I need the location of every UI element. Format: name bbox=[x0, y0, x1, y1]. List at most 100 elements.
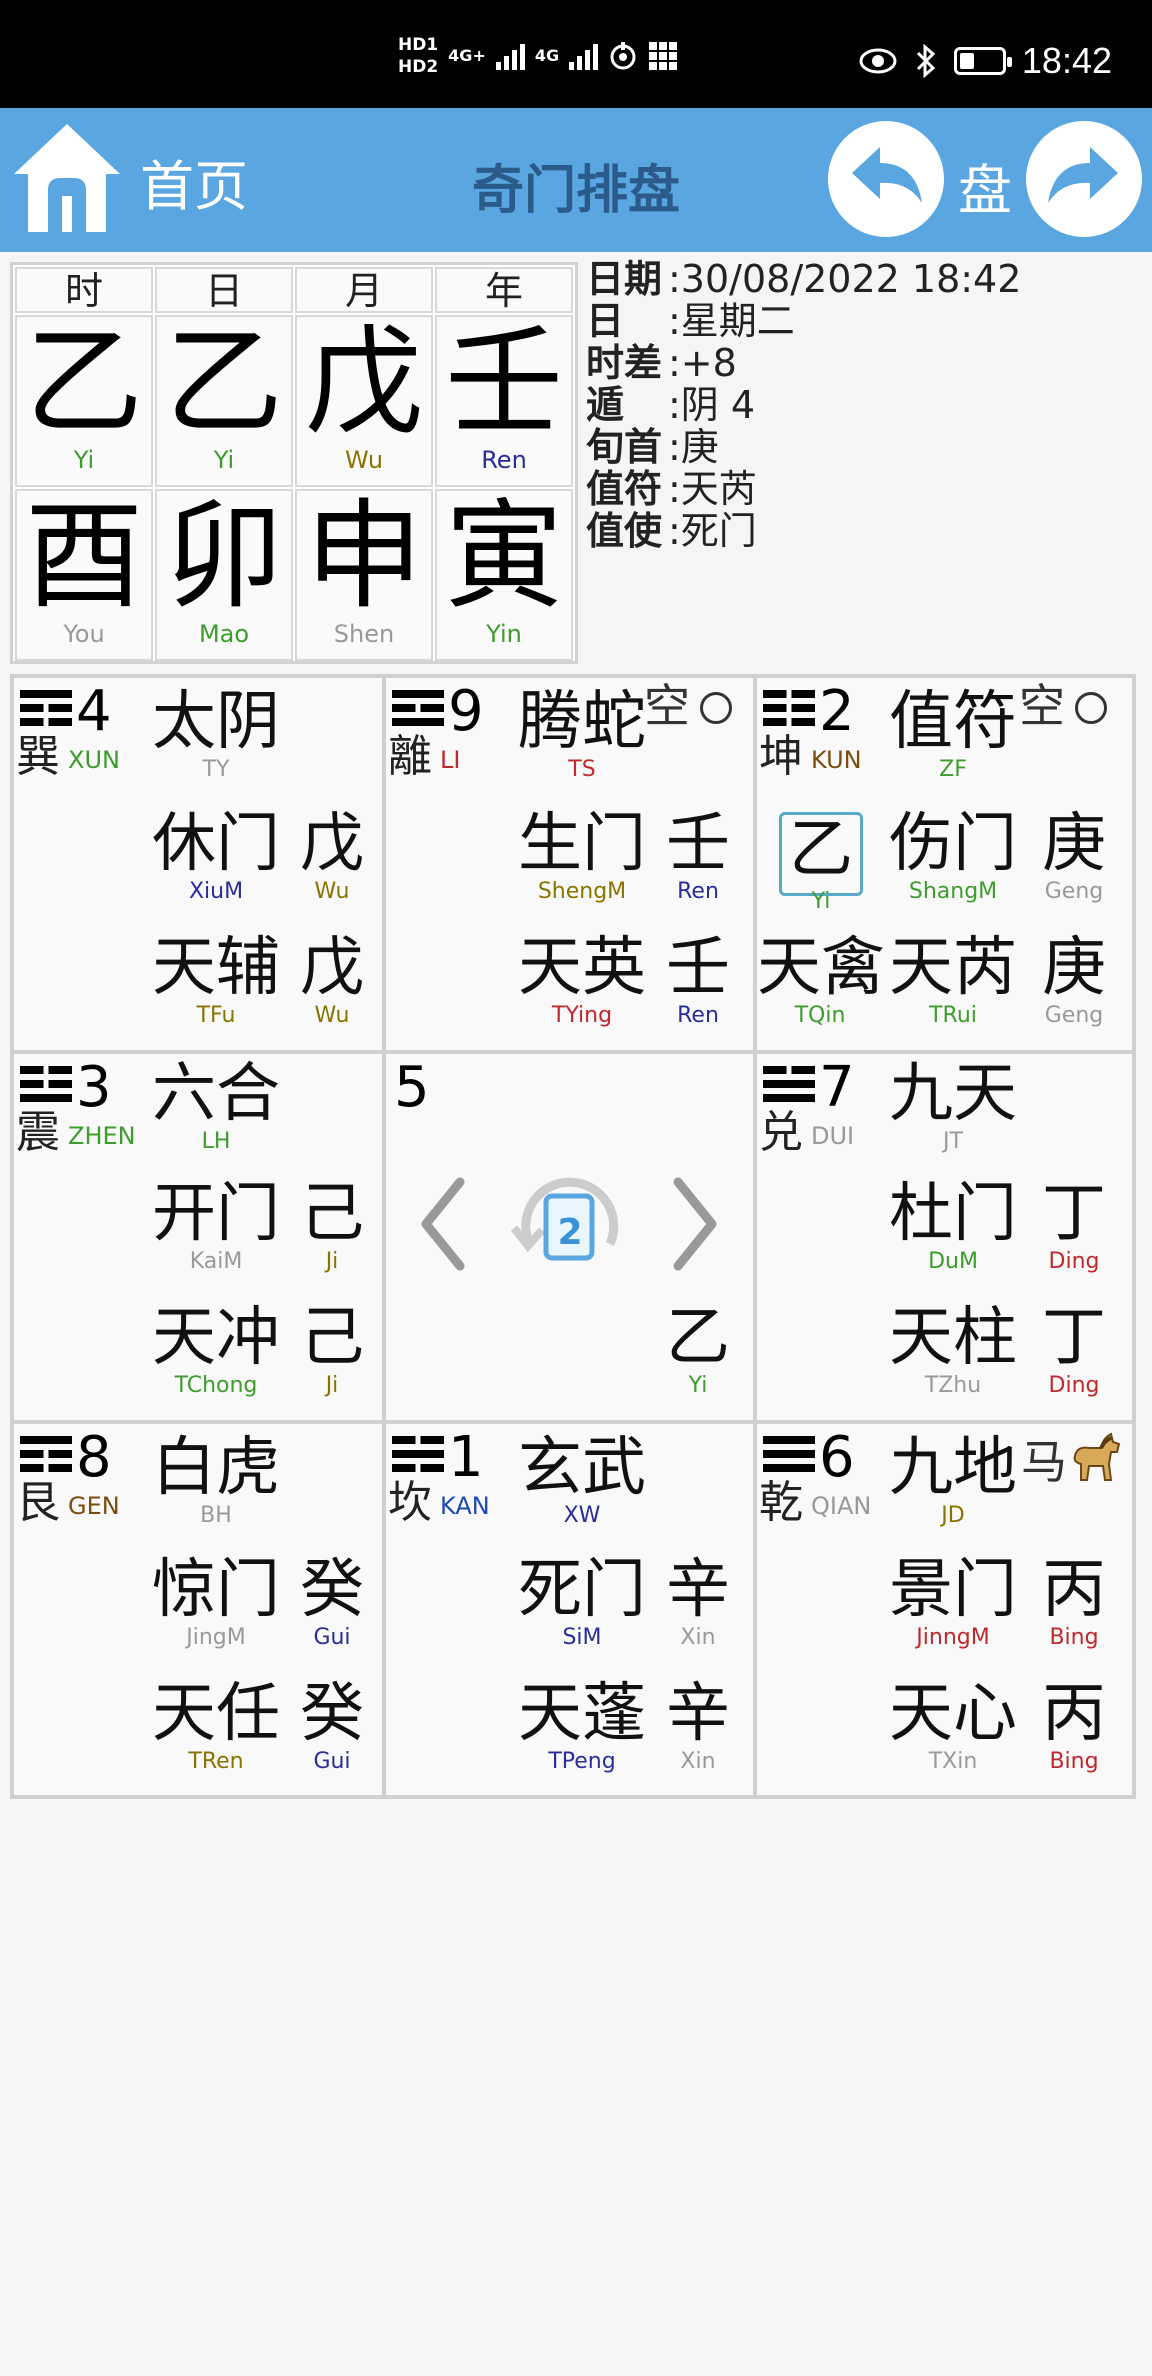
star-pinyin: TQin bbox=[794, 1003, 846, 1028]
info-key: 值符 bbox=[586, 467, 663, 511]
palace-xun[interactable]: 4 巽 XUN 太阴 TY 休门 XiuM 戊 Wu 天辅 TFu 戊 Wu bbox=[14, 678, 382, 1050]
pan-label: 盘 bbox=[958, 159, 1012, 222]
pan-number-badge: 2 bbox=[557, 1212, 583, 1253]
door-char: 死门 bbox=[518, 1553, 646, 1627]
network-type-2: 4G bbox=[534, 46, 560, 65]
branch-char: 卯 bbox=[164, 487, 283, 625]
stem-pinyin: Ding bbox=[1048, 1373, 1100, 1398]
deity-pinyin: BH bbox=[200, 1503, 232, 1528]
palace-number: 9 bbox=[448, 679, 484, 744]
pan-switch-icon[interactable]: 2 bbox=[510, 1166, 630, 1286]
previous-button[interactable] bbox=[828, 121, 944, 237]
info-value: :天芮 bbox=[668, 467, 757, 511]
next-button[interactable] bbox=[1026, 121, 1142, 237]
center-stem: 乙 Yi bbox=[658, 1302, 738, 1398]
star-pinyin: TRen bbox=[188, 1749, 244, 1774]
info-row-zhishi: 值使:死门 bbox=[586, 510, 1021, 552]
info-key: 时差 bbox=[586, 341, 663, 385]
palace-number: 7 bbox=[819, 1055, 855, 1120]
door-stem: 庚 Geng bbox=[1029, 808, 1119, 904]
palace-pinyin: KUN bbox=[811, 746, 862, 774]
door-pinyin: KaiM bbox=[189, 1249, 243, 1274]
door: 休门 XiuM bbox=[136, 808, 296, 904]
palace-number: 4 bbox=[76, 679, 112, 744]
stem-char: 己 bbox=[300, 1301, 364, 1375]
palace-dui[interactable]: 7 兑 DUI 九天 JT 杜门 DuM 丁 Ding 天柱 TZhu 丁 Ding bbox=[757, 1054, 1132, 1420]
deity-char: 太阴 bbox=[152, 685, 280, 759]
star-stem: 己 Ji bbox=[292, 1302, 372, 1398]
app-header: 首页 奇门排盘 盘 bbox=[0, 108, 1152, 252]
month-stem: 戊 Wu bbox=[295, 315, 433, 487]
palace-center: 5 2 乙 Yi bbox=[386, 1054, 753, 1420]
palace-char: 艮 bbox=[16, 1477, 60, 1528]
kong-marker: 空 bbox=[644, 679, 690, 733]
system-indicators: 18:42 bbox=[858, 40, 1112, 82]
year-stem: 壬 Ren bbox=[435, 315, 573, 487]
trigram-kan-icon bbox=[392, 1436, 444, 1478]
star-char: 天芮 bbox=[889, 931, 1017, 1005]
horse-marker: 马 bbox=[1021, 1435, 1067, 1489]
palace-pinyin: LI bbox=[440, 746, 461, 774]
jigong-star: 天禽 TQin bbox=[757, 932, 885, 1028]
star: 天英 TYing bbox=[502, 932, 662, 1028]
star-char: 天蓬 bbox=[518, 1677, 646, 1751]
info-value: :30/08/2022 18:42 bbox=[668, 257, 1022, 301]
palace-zhen[interactable]: 3 震 ZHEN 六合 LH 开门 KaiM 己 Ji 天冲 TChong 己 Ji bbox=[14, 1054, 382, 1420]
palace-kan[interactable]: 1 坎 KAN 玄武 XW 死门 SiM 辛 Xin 天蓬 TPeng 辛 Xin bbox=[386, 1424, 753, 1795]
star-pinyin: TXin bbox=[928, 1749, 978, 1774]
palace-char: 兑 bbox=[759, 1107, 803, 1158]
info-value: :星期二 bbox=[668, 299, 795, 343]
pillar-header-label: 时 bbox=[64, 269, 103, 313]
palace-char: 乾 bbox=[759, 1477, 803, 1528]
signal-icon-2 bbox=[569, 42, 599, 70]
back-arrow-icon bbox=[852, 147, 922, 203]
stem-char: 戊 bbox=[304, 313, 423, 451]
palace-gen[interactable]: 8 艮 GEN 白虎 BH 惊门 JingM 癸 Gui 天任 TRen 癸 Gui bbox=[14, 1424, 382, 1795]
network-indicators: HD1 HD2 4G+ 4G bbox=[398, 34, 678, 78]
star-pinyin: TZhu bbox=[924, 1373, 982, 1398]
door-char: 开门 bbox=[152, 1177, 280, 1251]
door-stem: 辛 Xin bbox=[658, 1554, 738, 1650]
palace-number: 2 bbox=[819, 679, 855, 744]
signal-icon bbox=[495, 42, 525, 70]
deity-pinyin: LH bbox=[201, 1129, 231, 1154]
palace-li[interactable]: 9 離 LI 腾蛇 TS 空 生门 ShengM 壬 Ren 天英 TYing 壬 Ren bbox=[386, 678, 753, 1050]
stem-pinyin: Ren bbox=[677, 1003, 719, 1028]
branch-char: 申 bbox=[304, 487, 423, 625]
star-stem: 丁 Ding bbox=[1029, 1302, 1119, 1398]
info-row-date: 日期:30/08/2022 18:42 bbox=[586, 258, 1021, 300]
deity-char: 值符 bbox=[889, 685, 1017, 759]
kong-marker: 空 bbox=[1019, 679, 1065, 733]
pillar-header-label: 月 bbox=[344, 269, 383, 313]
deity-char: 六合 bbox=[152, 1057, 280, 1131]
door-char: 伤门 bbox=[889, 807, 1017, 881]
info-value: :死门 bbox=[668, 509, 757, 553]
stem-pinyin: Yi bbox=[688, 1373, 708, 1398]
palace-number: 8 bbox=[76, 1425, 112, 1490]
stem-char: 庚 bbox=[1042, 931, 1106, 1005]
door-pinyin: XiuM bbox=[188, 879, 244, 904]
chevron-left-icon[interactable] bbox=[414, 1174, 470, 1274]
door-stem: 己 Ji bbox=[292, 1178, 372, 1274]
chevron-right-icon[interactable] bbox=[668, 1174, 724, 1274]
deity-char: 九天 bbox=[889, 1057, 1017, 1131]
star-char: 天冲 bbox=[152, 1301, 280, 1375]
deity: 九地 JD bbox=[873, 1432, 1033, 1528]
star: 天蓬 TPeng bbox=[502, 1678, 662, 1774]
star: 天任 TRen bbox=[136, 1678, 296, 1774]
deity-char: 玄武 bbox=[518, 1431, 646, 1505]
door-stem: 戊 Wu bbox=[292, 808, 372, 904]
palace-qian[interactable]: 6 乾 QIAN 九地 JD 马 景门 JinngM 丙 Bing 天心 TXin 丙B… bbox=[757, 1424, 1132, 1795]
star-stem: 癸 Gui bbox=[292, 1678, 372, 1774]
chart-info: 日期:30/08/2022 18:42 日 :星期二 时差:+8 遁 :阴 4 … bbox=[586, 258, 1021, 552]
palace-pinyin: DUI bbox=[811, 1122, 855, 1150]
star-stem: 辛 Xin bbox=[658, 1678, 738, 1774]
stem-char: 戊 bbox=[300, 807, 364, 881]
jigong-stem: 乙 Yi bbox=[781, 814, 861, 914]
palace-kun[interactable]: 2 坤 KUN 值符 ZF 空 乙 Yi 伤门 ShangM 庚 Geng 天禽 TQin… bbox=[757, 678, 1132, 1050]
info-key: 日期 bbox=[586, 257, 663, 301]
stem-char: 癸 bbox=[300, 1677, 364, 1751]
stem-char: 丙 bbox=[1042, 1677, 1106, 1751]
stem-pinyin: Ji bbox=[325, 1373, 339, 1398]
star-stem: 壬 Ren bbox=[658, 932, 738, 1028]
